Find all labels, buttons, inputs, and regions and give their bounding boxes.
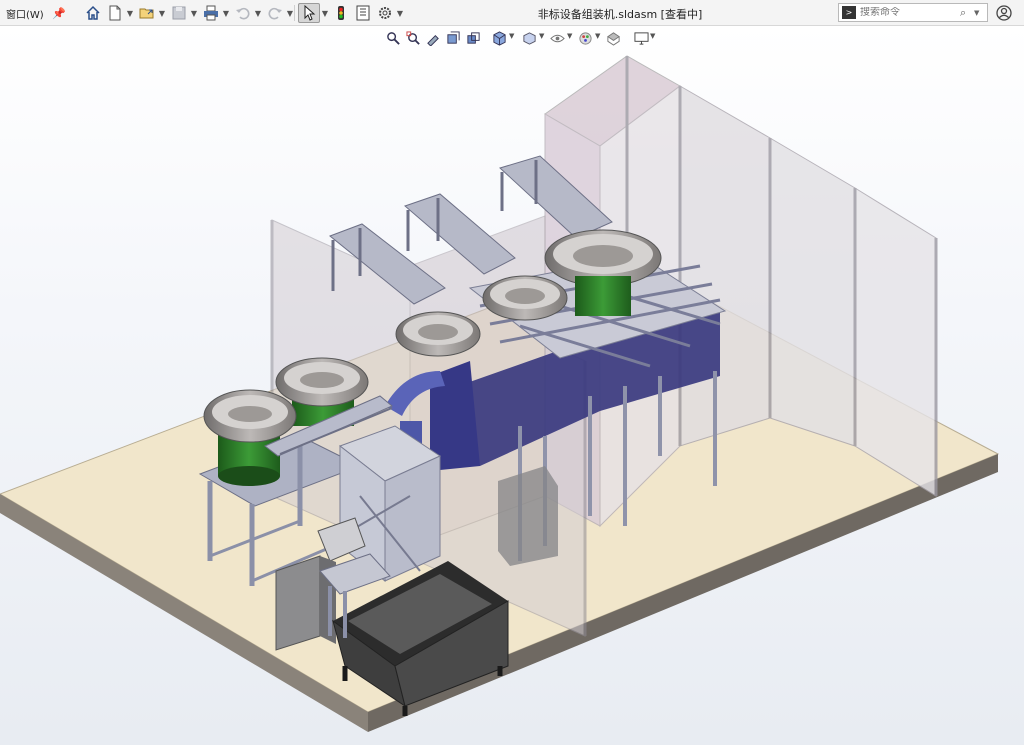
chevron-down-icon[interactable]: ▼ [321,3,329,23]
chevron-down-icon[interactable]: ▼ [158,3,166,23]
view-heads-up-toolbar: ▼ ▼ ▼ ▼ ▼ [382,28,655,50]
chevron-down-icon[interactable]: ▼ [539,32,544,40]
title-toolbar: 窗口(W) 📌 ▼ ▼ ▼ ▼ ▼ ▼ ▼ ▼ 非标设备组装机.sldasm [… [0,0,1024,26]
view-settings-monitor-icon[interactable] [632,29,650,47]
apply-scene-icon[interactable] [604,29,622,47]
dynamic-annotation-icon[interactable] [464,29,482,47]
open-folder-icon[interactable] [136,3,158,23]
edit-appearance-icon[interactable] [576,29,594,47]
zoom-to-area-icon[interactable] [404,29,422,47]
print-icon[interactable] [200,3,222,23]
chevron-down-icon[interactable]: ▼ [286,3,294,23]
toolbar-separator [294,5,295,21]
hide-show-items-icon[interactable] [548,29,566,47]
chevron-down-icon[interactable]: ▼ [567,32,572,40]
search-field[interactable] [860,7,960,18]
file-properties-icon[interactable] [352,3,374,23]
select-cursor-icon[interactable] [298,3,320,23]
save-icon[interactable] [168,3,190,23]
command-prompt-icon: > [842,6,856,19]
chevron-down-icon[interactable]: ▼ [974,9,984,17]
chevron-down-icon[interactable]: ▼ [509,32,514,40]
vibratory-bowl-mid [482,275,568,321]
search-input[interactable]: > ⌕ ▼ [838,3,988,22]
document-title: 非标设备组装机.sldasm [查看中] [537,8,703,21]
new-document-icon[interactable] [104,3,126,23]
chevron-down-icon[interactable]: ▼ [650,32,655,40]
chevron-down-icon[interactable]: ▼ [222,3,230,23]
gear-icon[interactable] [374,3,396,23]
home-icon[interactable] [82,3,104,23]
previous-view-icon[interactable] [424,29,442,47]
rear-block [498,466,558,566]
user-account-icon[interactable] [994,3,1014,23]
rebuild-traffic-light-icon[interactable] [330,3,352,23]
window-menu[interactable]: 窗口(W) [6,6,44,21]
chevron-down-icon[interactable]: ▼ [254,3,262,23]
view-orientation-icon[interactable] [490,29,508,47]
zoom-to-fit-icon[interactable] [384,29,402,47]
section-view-icon[interactable] [444,29,462,47]
undo-icon[interactable] [232,3,254,23]
redo-icon[interactable] [264,3,286,23]
assembly-3d-view[interactable] [0,26,1024,745]
chevron-down-icon[interactable]: ▼ [190,3,198,23]
display-style-icon[interactable] [520,29,538,47]
chevron-down-icon[interactable]: ▼ [126,3,134,23]
vibratory-bowl-center [395,311,481,357]
pin-icon[interactable]: 📌 [52,3,66,23]
chevron-down-icon[interactable]: ▼ [595,32,600,40]
search-icon[interactable]: ⌕ [960,6,974,20]
graphics-area[interactable] [0,26,1024,745]
chevron-down-icon[interactable]: ▼ [396,3,404,23]
